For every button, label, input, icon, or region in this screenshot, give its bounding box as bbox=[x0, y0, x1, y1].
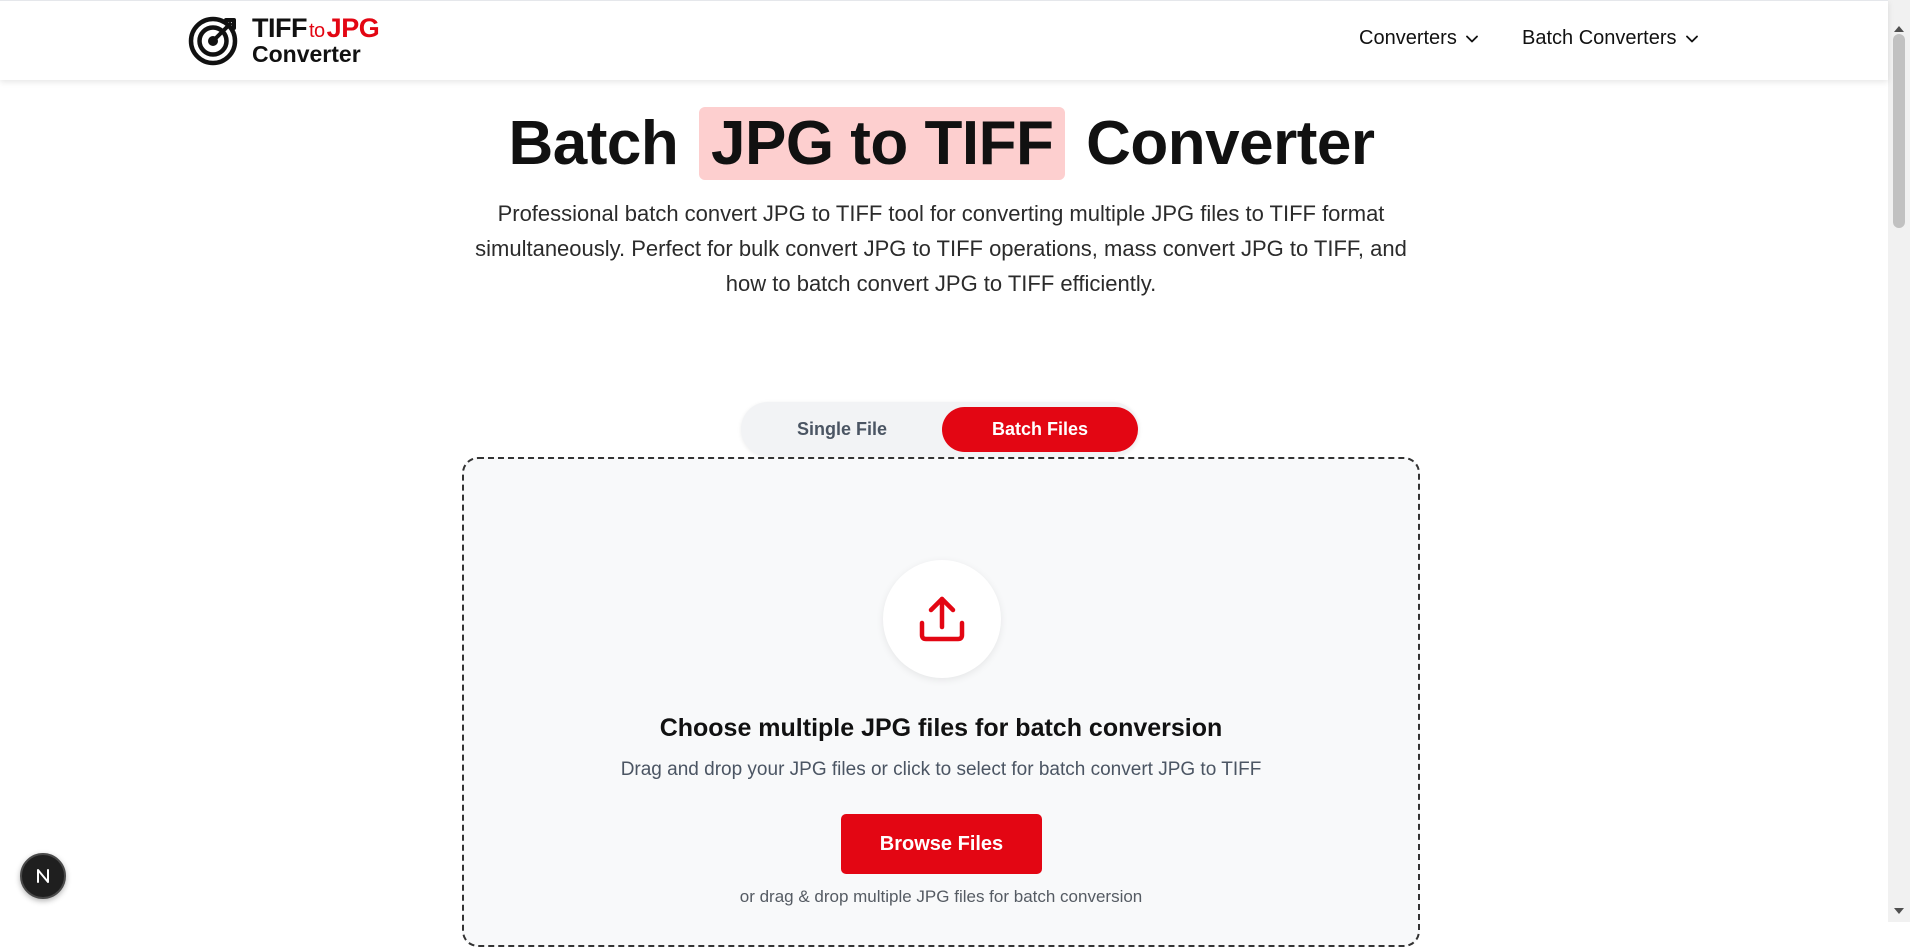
nextjs-badge-icon bbox=[37, 869, 49, 883]
browse-files-button[interactable]: Browse Files bbox=[841, 814, 1042, 874]
title-converter: Converter bbox=[1086, 109, 1375, 178]
tab-single-file[interactable]: Single File bbox=[744, 407, 940, 452]
chevron-down-icon bbox=[1465, 35, 1478, 42]
logo-tiff: TIFF bbox=[252, 12, 307, 43]
logo-to: to bbox=[308, 19, 325, 42]
scroll-up-arrow-icon[interactable] bbox=[1893, 24, 1905, 34]
nav-batch-converters[interactable]: Batch Converters bbox=[1522, 27, 1698, 50]
title-batch: Batch bbox=[508, 109, 679, 178]
scroll-down-arrow-icon[interactable] bbox=[1893, 906, 1905, 916]
target-logo-icon bbox=[188, 16, 238, 66]
page-scrollbar[interactable] bbox=[1888, 0, 1910, 922]
site-logo[interactable]: TIFF toJPG Converter bbox=[188, 12, 380, 67]
chevron-down-icon bbox=[1685, 35, 1698, 42]
page-title: Batch JPG to TIFF Converter bbox=[0, 107, 1883, 180]
page-description: Professional batch convert JPG to TIFF t… bbox=[475, 201, 1407, 296]
scrollbar-thumb[interactable] bbox=[1893, 34, 1905, 228]
upload-icon bbox=[919, 596, 965, 642]
nav-batch-converters-label: Batch Converters bbox=[1522, 27, 1677, 49]
nav-converters[interactable]: Converters bbox=[1359, 27, 1478, 50]
dropzone-title: Choose multiple JPG files for batch conv… bbox=[659, 714, 1223, 742]
logo-converter: Converter bbox=[252, 40, 361, 67]
site-header: TIFF toJPG Converter Converters Batch Con… bbox=[0, 0, 1888, 80]
nextjs-badge[interactable] bbox=[20, 853, 66, 899]
mode-tabs: Single File Batch Files bbox=[741, 402, 1139, 456]
title-highlight: JPG to TIFF bbox=[699, 107, 1066, 180]
tab-batch-files[interactable]: Batch Files bbox=[942, 407, 1138, 452]
logo-jpg: JPG bbox=[326, 12, 380, 43]
file-dropzone[interactable]: Choose multiple JPG files for batch conv… bbox=[462, 457, 1420, 947]
dropzone-subtitle: Drag and drop your JPG files or click to… bbox=[620, 759, 1262, 780]
upload-icon-container bbox=[883, 560, 1001, 678]
logo-text: TIFF toJPG Converter bbox=[252, 12, 380, 67]
nav-converters-label: Converters bbox=[1359, 27, 1457, 49]
dropzone-hint: or drag & drop multiple JPG files for ba… bbox=[739, 887, 1143, 906]
logo-line1: TIFF toJPG bbox=[252, 12, 380, 43]
